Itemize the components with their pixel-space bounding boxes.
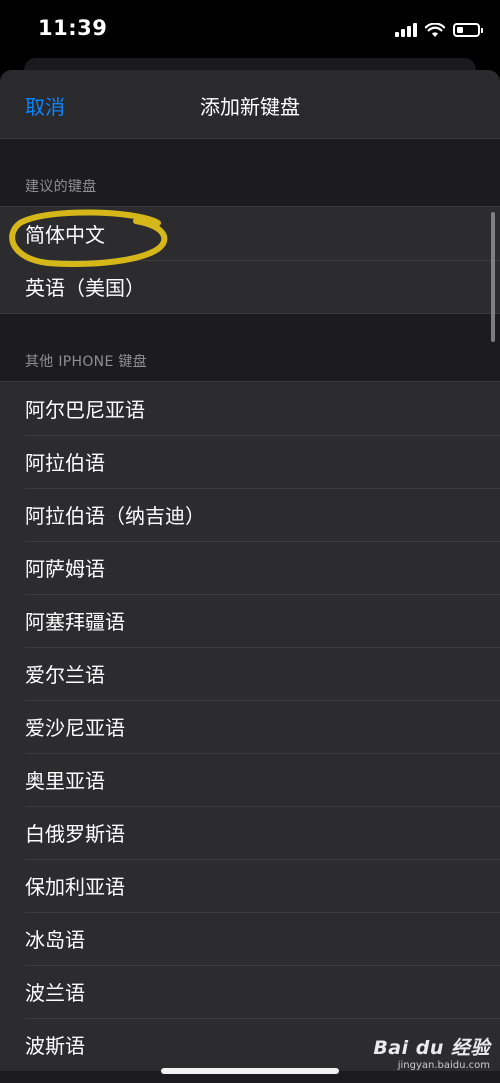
keyboard-row[interactable]: 阿拉伯语（纳吉迪） — [0, 488, 500, 541]
status-time: 11:39 — [38, 16, 108, 40]
keyboard-label: 波斯语 — [25, 1034, 85, 1058]
wifi-icon — [425, 22, 445, 37]
keyboard-label: 保加利亚语 — [25, 875, 125, 899]
keyboard-row[interactable]: 阿萨姆语 — [0, 541, 500, 594]
section-header-other: 其他 IPHONE 键盘 — [0, 314, 500, 381]
baidu-jingyan-watermark: Bai du 经验 jingyan.baidu.com — [373, 1033, 490, 1071]
keyboard-row[interactable]: 爱沙尼亚语 — [0, 700, 500, 753]
cellular-signal-icon — [395, 23, 417, 37]
keyboard-row-english-us[interactable]: 英语（美国） — [0, 260, 500, 313]
keyboard-label: 阿拉伯语（纳吉迪） — [25, 504, 205, 528]
keyboard-row[interactable]: 阿拉伯语 — [0, 435, 500, 488]
keyboard-label: 白俄罗斯语 — [25, 822, 125, 846]
keyboard-label: 爱沙尼亚语 — [25, 716, 125, 740]
suggested-keyboards-group: 简体中文 英语（美国） — [0, 206, 500, 314]
keyboard-row[interactable]: 保加利亚语 — [0, 859, 500, 912]
keyboard-label: 波兰语 — [25, 981, 85, 1005]
keyboard-label: 爱尔兰语 — [25, 663, 105, 687]
battery-icon — [453, 23, 483, 37]
keyboard-label: 冰岛语 — [25, 928, 85, 952]
keyboard-row[interactable]: 爱尔兰语 — [0, 647, 500, 700]
keyboard-label: 阿拉伯语 — [25, 451, 105, 475]
keyboard-row[interactable]: 阿塞拜疆语 — [0, 594, 500, 647]
keyboard-label: 奥里亚语 — [25, 769, 105, 793]
keyboard-row[interactable]: 波兰语 — [0, 965, 500, 1018]
section-header-suggested: 建议的键盘 — [0, 139, 500, 206]
keyboard-label: 英语（美国） — [25, 276, 145, 300]
watermark-logo-text: Bai du 经验 — [373, 1037, 490, 1059]
keyboard-label: 简体中文 — [25, 223, 105, 247]
status-bar: 11:39 — [0, 0, 500, 58]
keyboard-row[interactable]: 奥里亚语 — [0, 753, 500, 806]
page-title: 添加新键盘 — [200, 95, 300, 119]
keyboard-row-simplified-chinese[interactable]: 简体中文 — [0, 207, 500, 260]
keyboard-label: 阿尔巴尼亚语 — [25, 398, 145, 422]
keyboard-label: 阿塞拜疆语 — [25, 610, 125, 634]
section-header-label: 建议的键盘 — [25, 179, 97, 195]
battery-level-fill — [457, 27, 463, 33]
screen: 11:39 取消 添加新键盘 建议的键盘 简体中文 英语（美国） 其他 IPHO… — [0, 0, 500, 1083]
watermark-url: jingyan.baidu.com — [397, 1060, 490, 1071]
keyboard-row[interactable]: 阿尔巴尼亚语 — [0, 382, 500, 435]
section-header-label: 其他 IPHONE 键盘 — [25, 354, 147, 370]
keyboard-row[interactable]: 冰岛语 — [0, 912, 500, 965]
other-keyboards-group: 阿尔巴尼亚语 阿拉伯语 阿拉伯语（纳吉迪） 阿萨姆语 阿塞拜疆语 爱尔兰语 爱沙… — [0, 381, 500, 1071]
keyboard-list[interactable]: 建议的键盘 简体中文 英语（美国） 其他 IPHONE 键盘 阿尔巴尼亚语 阿拉… — [0, 139, 500, 1071]
keyboard-row[interactable]: 白俄罗斯语 — [0, 806, 500, 859]
add-keyboard-sheet: 取消 添加新键盘 建议的键盘 简体中文 英语（美国） 其他 IPHONE 键盘 — [0, 70, 500, 1083]
keyboard-label: 阿萨姆语 — [25, 557, 105, 581]
status-icons — [395, 20, 483, 40]
navigation-bar: 取消 添加新键盘 — [0, 70, 500, 139]
scrollbar[interactable] — [491, 212, 495, 342]
home-indicator[interactable] — [161, 1068, 339, 1074]
